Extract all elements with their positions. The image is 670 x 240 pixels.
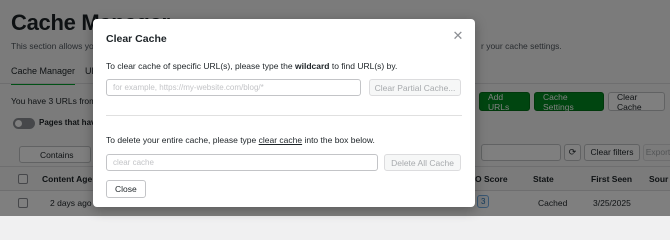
wildcard-input[interactable] (106, 79, 361, 96)
partial-text-suffix: to find URL(s) by. (329, 61, 398, 71)
clear-cache-dialog: Clear Cache ✕ To clear cache of specific… (93, 19, 475, 207)
close-button[interactable]: Close (106, 180, 146, 198)
delete-all-text-suffix: into the box below. (302, 135, 375, 145)
partial-text-wildcard: wildcard (294, 61, 330, 71)
dialog-divider (106, 115, 462, 116)
delete-all-text-keyword: clear cache (258, 135, 303, 145)
partial-instructions: To clear cache of specific URL(s), pleas… (106, 61, 397, 71)
delete-all-text-prefix: To delete your entire cache, please type (106, 135, 259, 145)
partial-text-prefix: To clear cache of specific URL(s), pleas… (106, 61, 295, 71)
delete-all-cache-button[interactable]: Delete All Cache (384, 154, 461, 171)
delete-all-instructions: To delete your entire cache, please type… (106, 135, 375, 145)
dialog-title: Clear Cache (106, 33, 167, 45)
close-icon[interactable]: ✕ (451, 29, 465, 43)
clear-partial-cache-button[interactable]: Clear Partial Cache... (369, 79, 461, 96)
clear-cache-confirm-input[interactable] (106, 154, 378, 171)
